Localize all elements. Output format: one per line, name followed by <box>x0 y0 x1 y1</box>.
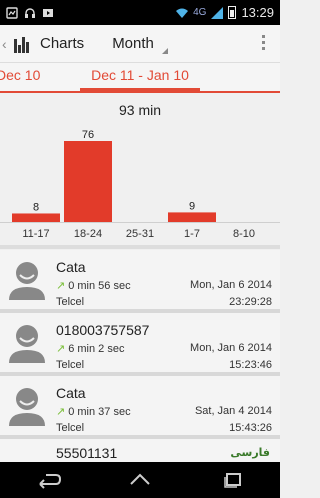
call-carrier: Telcel <box>56 296 85 308</box>
tab-current-period[interactable]: Dec 11 - Jan 10 <box>80 63 200 92</box>
status-right-icons: 4G 13:29 <box>176 5 274 20</box>
tab-previous-period[interactable]: Dec 10 <box>0 63 40 91</box>
call-date: Mon, Jan 6 2014 <box>190 279 272 291</box>
call-time: 23:29:28 <box>229 296 272 308</box>
contact-avatar-icon <box>9 388 45 426</box>
recent-apps-icon[interactable] <box>218 470 248 490</box>
home-icon[interactable] <box>125 470 155 490</box>
call-duration: ↗ 0 min 37 sec <box>56 405 131 418</box>
status-bar: 4G 13:29 <box>0 0 280 25</box>
call-date: Mon, Jan 6 2014 <box>190 342 272 354</box>
call-duration-text: 6 min 2 sec <box>68 343 125 355</box>
chart-data-label: 9 <box>189 200 195 212</box>
network-type: 4G <box>193 7 207 18</box>
call-list-item[interactable]: Cata ↗ 0 min 56 sec Telcel Mon, Jan 6 201… <box>0 250 280 313</box>
call-contact-name: 55501131 <box>56 445 118 461</box>
action-bar: ‹ Charts Month <box>0 25 280 63</box>
call-list-item[interactable]: Cata ↗ 0 min 37 sec Telcel Sat, Jan 4 201… <box>0 376 280 439</box>
app-title[interactable]: Charts <box>40 35 84 52</box>
chart-bar[interactable] <box>12 213 60 222</box>
period-dropdown[interactable]: Month <box>112 32 168 56</box>
call-contact-name: Cata <box>56 385 86 401</box>
outgoing-call-icon: ↗ <box>56 343 66 355</box>
chart-icon[interactable] <box>14 35 32 53</box>
call-contact-name: Cata <box>56 259 86 275</box>
chart-data-label: 76 <box>82 129 94 141</box>
wifi-icon <box>176 8 189 18</box>
chart-bar[interactable] <box>168 212 216 222</box>
call-list: Cata ↗ 0 min 56 sec Telcel Mon, Jan 6 201… <box>0 250 280 469</box>
headphones-icon <box>25 7 35 18</box>
chart-canvas: 8 11-17 76 18-24 25-31 9 1-7 8-10 <box>0 129 280 240</box>
call-duration: ↗ 0 min 56 sec <box>56 279 131 292</box>
period-tabs: Dec 10 Dec 11 - Jan 10 <box>0 63 280 93</box>
call-duration-text: 0 min 37 sec <box>68 406 131 418</box>
battery-icon <box>228 6 237 19</box>
navigation-bar <box>0 462 280 498</box>
call-duration: ↗ 6 min 2 sec <box>56 342 124 355</box>
call-carrier: Telcel <box>56 359 85 371</box>
back-icon[interactable] <box>32 470 62 490</box>
call-time: 15:23:46 <box>229 359 272 371</box>
chart-tick-label: 8-10 <box>233 228 255 240</box>
call-list-item[interactable]: 018003757587 ↗ 6 min 2 sec Telcel Mon, Ja… <box>0 313 280 376</box>
chart-tick-label: 11-17 <box>22 228 49 240</box>
status-left-icons <box>6 6 54 19</box>
chart-data-label: 8 <box>33 201 39 213</box>
bar-chart: 93 min 8 11-17 76 18-24 25-31 9 1-7 8-10 <box>0 93 280 245</box>
overflow-menu-icon[interactable] <box>262 35 266 50</box>
outgoing-call-icon: ↗ <box>56 406 66 418</box>
call-date: Sat, Jan 4 2014 <box>194 405 272 417</box>
chart-tick-label: 18-24 <box>74 228 102 240</box>
media-icon <box>43 8 53 17</box>
signal-icon <box>211 6 224 19</box>
back-chevron-icon[interactable]: ‹ <box>2 36 12 52</box>
status-time: 13:29 <box>241 5 274 20</box>
call-time: 15:43:26 <box>229 422 272 434</box>
chart-tick-label: 25-31 <box>126 228 154 240</box>
section-divider <box>0 245 280 249</box>
chart-bar[interactable] <box>64 141 112 222</box>
contact-avatar-icon <box>9 262 45 300</box>
notification-icon <box>6 6 18 19</box>
outgoing-call-icon: ↗ <box>56 280 66 292</box>
call-duration-text: 0 min 56 sec <box>68 280 131 292</box>
contact-avatar-icon <box>9 325 45 363</box>
call-contact-name: 018003757587 <box>56 322 150 338</box>
call-carrier: Telcel <box>56 422 85 434</box>
watermark-logo: فارسی <box>230 447 270 459</box>
chart-tick-label: 1-7 <box>184 228 200 240</box>
